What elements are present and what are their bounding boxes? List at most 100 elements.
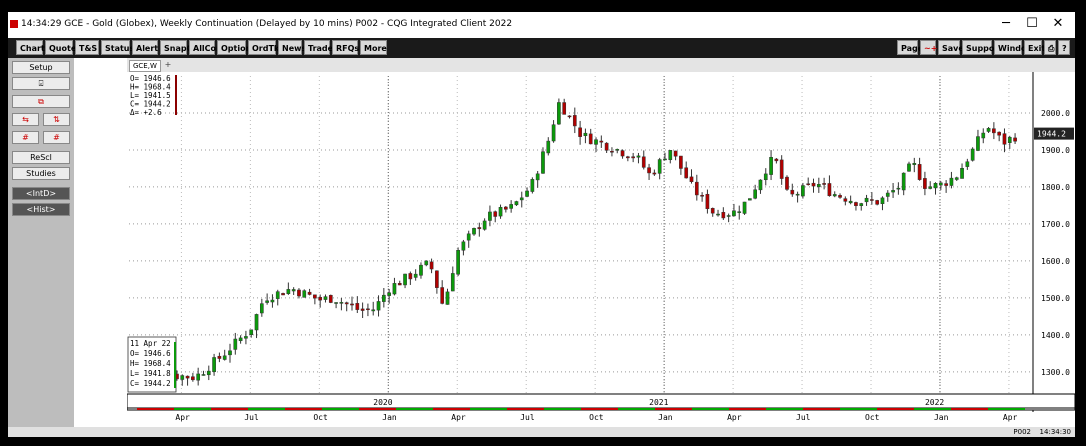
zoom-vertical-icon[interactable]: ⇅ xyxy=(43,113,70,126)
print-icon[interactable]: ⎙ xyxy=(1044,40,1056,55)
toolbar-alert-button[interactable]: Alert xyxy=(132,40,158,55)
candle-body xyxy=(673,150,678,157)
toolbar-window-button[interactable]: Window xyxy=(994,40,1034,55)
candle-body xyxy=(302,290,307,298)
year-label: 2020 xyxy=(373,398,392,407)
ohlc-bottom-line: H= 1968.4 xyxy=(130,359,171,368)
session-strip xyxy=(507,408,544,410)
month-label: Apr xyxy=(175,413,190,422)
candle-body xyxy=(880,197,885,205)
candle-body xyxy=(408,273,413,280)
candle-body xyxy=(923,178,927,189)
candle-body xyxy=(938,182,943,186)
ohlc-bottom-bar xyxy=(174,342,176,388)
candle-body xyxy=(477,227,482,230)
candle-body xyxy=(535,173,540,181)
candle-body xyxy=(350,303,354,306)
toolbar-snapq-button[interactable]: SnapQ xyxy=(160,40,193,55)
month-label: Oct xyxy=(589,413,604,422)
candle-body xyxy=(562,102,567,115)
candle-body xyxy=(615,149,620,151)
toolbar-rfqs-button[interactable]: RFQs xyxy=(332,40,359,55)
display-icon[interactable]: ⍃ xyxy=(12,77,70,90)
y-tick-label: 1400.0 xyxy=(1041,331,1070,340)
toolbar-support-button[interactable]: Support xyxy=(962,40,1002,55)
chart-tab-gce[interactable]: GCE,W xyxy=(129,60,161,72)
candle-body xyxy=(286,289,291,294)
close-button[interactable]: ✕ xyxy=(1046,16,1070,31)
studies-button[interactable]: Studies xyxy=(12,167,70,180)
candle-body xyxy=(217,355,222,359)
candle-body xyxy=(647,167,651,174)
candle-body xyxy=(631,156,635,159)
candle-body xyxy=(222,355,227,360)
month-label: Jul xyxy=(244,413,259,422)
session-strip xyxy=(951,408,988,410)
minimize-button[interactable]: ─ xyxy=(994,16,1018,31)
candle-body xyxy=(928,186,933,189)
month-label: Jul xyxy=(520,413,535,422)
toolbar-options-button[interactable]: Options xyxy=(217,40,256,55)
toolbar-allcon-button[interactable]: AllCon xyxy=(189,40,222,55)
session-strip xyxy=(877,408,914,410)
month-label: Jul xyxy=(796,413,811,422)
candle-body xyxy=(806,183,811,185)
candle-body xyxy=(848,200,853,204)
candle-body xyxy=(716,213,720,216)
toolbar-ordtkt-button[interactable]: OrdTkt xyxy=(248,40,283,55)
chart-style-icon[interactable]: ⧉ xyxy=(12,95,70,108)
help-icon[interactable]: ? xyxy=(1058,40,1070,55)
candle-body xyxy=(344,302,349,305)
candle-body xyxy=(206,370,211,376)
toolbar-ts-button[interactable]: T&S xyxy=(75,40,99,55)
rescale-button[interactable]: ReScl xyxy=(12,151,70,164)
setup-button[interactable]: Setup xyxy=(12,61,70,74)
grid-alt-icon[interactable]: # xyxy=(43,131,70,144)
zoom-horizontal-icon[interactable]: ⇆ xyxy=(12,113,39,126)
candle-body xyxy=(313,294,317,299)
candle-body xyxy=(663,158,667,161)
toolbar-link-button[interactable]: ~+ xyxy=(920,40,937,55)
candle-body xyxy=(758,179,763,191)
candle-body xyxy=(785,176,789,190)
candle-body xyxy=(424,260,429,266)
toolbar-status-button[interactable]: Status xyxy=(101,40,134,55)
y-tick-label: 1300.0 xyxy=(1041,368,1070,377)
candle-body xyxy=(859,203,864,206)
chart-area[interactable]: GCE,W + 2000.0 1900.0 1800.0 1700.0 1600.0 15… xyxy=(127,58,1075,427)
candle-body xyxy=(254,314,259,331)
toolbar-trade-button[interactable]: Trade xyxy=(304,40,333,55)
candle-body xyxy=(604,142,609,151)
candle-body xyxy=(180,375,185,380)
status-bar: P002 14:34:30 xyxy=(8,427,1075,437)
interval-button[interactable]: <IntD> xyxy=(12,187,70,200)
candle-body xyxy=(546,140,551,154)
toolbar-exit-button[interactable]: Exit xyxy=(1024,40,1045,55)
candle-body xyxy=(371,309,376,312)
toolbar-quote-button[interactable]: Quote xyxy=(45,40,76,55)
toolbar-news-button[interactable]: News xyxy=(278,40,306,55)
price-chart[interactable]: 2000.0 1900.0 1800.0 1700.0 1600.0 1500.0 1400… xyxy=(127,72,1075,427)
toolbar-chart-button[interactable]: Chart xyxy=(16,40,45,55)
history-button[interactable]: <Hist> xyxy=(12,203,70,216)
candle-body xyxy=(907,163,911,172)
session-strip xyxy=(174,408,211,410)
toolbar-save-button[interactable]: Save xyxy=(938,40,964,55)
month-label: Jan xyxy=(934,413,949,422)
candle-body xyxy=(811,182,816,187)
add-tab-icon[interactable]: + xyxy=(162,59,174,70)
candle-body xyxy=(981,132,986,139)
candle-body xyxy=(387,292,391,296)
candle-body xyxy=(339,302,344,304)
candle-body xyxy=(557,102,561,125)
grid-icon[interactable]: # xyxy=(12,131,39,144)
candle-body xyxy=(244,336,248,339)
candle-body xyxy=(933,183,938,189)
toolbar-page-button[interactable]: Page xyxy=(897,40,923,55)
toolbar-more-button[interactable]: More xyxy=(360,40,387,55)
maximize-button[interactable]: ☐ xyxy=(1020,16,1044,31)
candle-body xyxy=(885,192,890,197)
candle-body xyxy=(360,308,365,311)
candle-body xyxy=(440,287,445,304)
candle-body xyxy=(779,159,784,179)
